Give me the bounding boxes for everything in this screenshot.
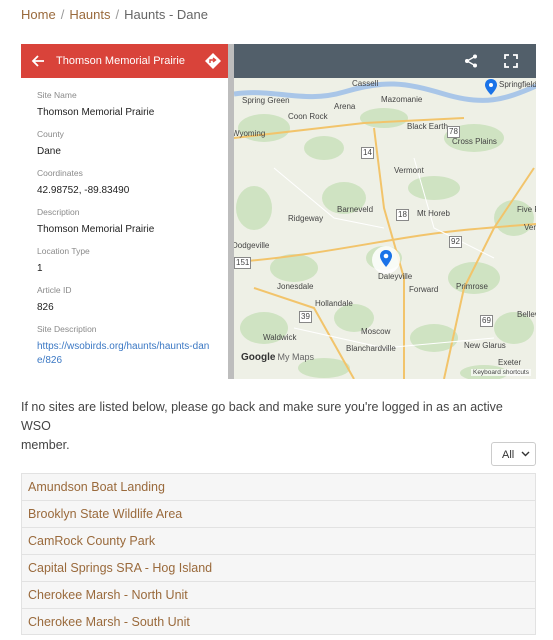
list-item[interactable]: Amundson Boat Landing	[21, 473, 536, 500]
map-label: Hollandale	[315, 299, 353, 308]
field-label: Description	[37, 207, 80, 217]
map-canvas[interactable]: Cassell Springfield Corners Spring Green…	[232, 78, 536, 379]
route-shield: 39	[299, 311, 312, 323]
field-label: County	[37, 129, 64, 139]
breadcrumb: Home / Haunts / Haunts - Dane	[21, 7, 208, 23]
filter-selected-value: All	[502, 449, 515, 461]
keyboard-shortcuts-link[interactable]: Keyboard shortcuts	[470, 369, 531, 376]
site-link[interactable]: CamRock County Park	[22, 528, 535, 554]
breadcrumb-home-link[interactable]: Home	[21, 7, 56, 22]
route-shield: 78	[447, 126, 460, 138]
selected-location-marker[interactable]	[371, 245, 401, 275]
map-label: Primrose	[456, 282, 489, 291]
chevron-down-icon	[521, 451, 530, 457]
location-marker[interactable]	[483, 78, 499, 96]
map-label: Forward	[409, 285, 439, 294]
field-value: 42.98752, -89.83490	[37, 185, 130, 196]
panel-scrollbar[interactable]	[228, 44, 234, 379]
google-attribution: Google My Maps	[241, 352, 314, 363]
breadcrumb-separator: /	[60, 7, 65, 22]
share-icon[interactable]	[463, 53, 479, 69]
map-label: Black Earth	[407, 122, 448, 131]
my-maps-label: My Maps	[277, 352, 314, 362]
field-label: Site Name	[37, 90, 77, 100]
map-label: Verona	[524, 223, 536, 232]
site-link[interactable]: Amundson Boat Landing	[22, 474, 535, 500]
back-arrow-icon[interactable]	[31, 54, 45, 68]
map-label: Cross Plains	[452, 137, 497, 146]
field-value: Thomson Memorial Prairie	[37, 224, 155, 235]
panel-header: Thomson Memorial Prairie	[21, 44, 229, 78]
list-item[interactable]: Cherokee Marsh - South Unit	[21, 608, 536, 635]
route-shield: 14	[361, 147, 374, 159]
field-description: Description Thomson Memorial Prairie	[37, 207, 217, 236]
directions-icon[interactable]	[204, 52, 222, 70]
route-shield: 151	[234, 257, 252, 269]
site-link[interactable]: Cherokee Marsh - South Unit	[22, 609, 535, 635]
map-label: Springfield Corners	[499, 80, 536, 89]
field-value: 826	[37, 302, 54, 313]
google-logo: Google	[241, 352, 276, 363]
login-notice: If no sites are listed below, please go …	[21, 398, 521, 455]
site-list: Amundson Boat Landing Brooklyn State Wil…	[21, 473, 536, 635]
map-label: Wyoming	[232, 129, 266, 138]
map-label: Waldwick	[263, 333, 297, 342]
breadcrumb-haunts-link[interactable]: Haunts	[69, 7, 110, 22]
field-location-type: Location Type 1	[37, 246, 217, 275]
field-value: Dane	[37, 146, 61, 157]
list-item[interactable]: Cherokee Marsh - North Unit	[21, 581, 536, 608]
field-article-id: Article ID 826	[37, 285, 217, 314]
list-item[interactable]: Capital Springs SRA - Hog Island	[21, 554, 536, 581]
map-label: Moscow	[361, 327, 391, 336]
field-county: County Dane	[37, 129, 217, 158]
field-site-name: Site Name Thomson Memorial Prairie	[37, 90, 217, 119]
panel-title: Thomson Memorial Prairie	[56, 55, 185, 67]
route-shield: 18	[396, 209, 409, 221]
breadcrumb-separator: /	[115, 7, 120, 22]
map-label: New Glarus	[464, 341, 506, 350]
field-label: Site Description	[37, 324, 97, 334]
fullscreen-icon[interactable]	[503, 53, 519, 69]
map-label: Ridgeway	[288, 214, 324, 223]
field-coordinates: Coordinates 42.98752, -89.83490	[37, 168, 217, 197]
site-link[interactable]: Brooklyn State Wildlife Area	[22, 501, 535, 527]
route-shield: 92	[449, 236, 462, 248]
site-link[interactable]: Capital Springs SRA - Hog Island	[22, 555, 535, 581]
map-label: Dodgeville	[232, 241, 270, 250]
site-link[interactable]: Cherokee Marsh - North Unit	[22, 582, 535, 608]
map-label: Barneveld	[337, 205, 374, 214]
map-label: Belleville	[517, 310, 536, 319]
field-label: Coordinates	[37, 168, 83, 178]
notice-line: member.	[21, 438, 70, 452]
field-value: Thomson Memorial Prairie	[37, 107, 155, 118]
map-label: Mazomanie	[381, 95, 423, 104]
notice-line: If no sites are listed below, please go …	[21, 400, 503, 433]
map-label: Exeter	[498, 358, 522, 367]
field-value: 1	[37, 263, 43, 274]
list-item[interactable]: CamRock County Park	[21, 527, 536, 554]
map-label: Mt Horeb	[417, 209, 450, 218]
list-item[interactable]: Brooklyn State Wildlife Area	[21, 500, 536, 527]
embedded-map[interactable]: Cassell Springfield Corners Spring Green…	[21, 44, 536, 379]
site-description-link[interactable]: https://wsobirds.org/haunts/haunts-dane/…	[37, 340, 217, 368]
map-label: Jonesdale	[277, 282, 314, 291]
field-site-description: Site Description https://wsobirds.org/ha…	[37, 324, 217, 368]
site-details-panel: Thomson Memorial Prairie Site Name Thoms…	[21, 44, 230, 379]
field-label: Article ID	[37, 285, 72, 295]
map-label: Cassell	[352, 79, 379, 88]
map-label: Vermont	[394, 166, 424, 175]
map-label: Spring Green	[242, 96, 290, 105]
breadcrumb-current: Haunts - Dane	[124, 7, 208, 22]
map-toolbar	[234, 44, 536, 78]
route-shield: 69	[480, 315, 493, 327]
site-filter-select[interactable]: All	[491, 442, 536, 466]
field-label: Location Type	[37, 246, 90, 256]
map-label: Blanchardville	[346, 344, 396, 353]
map-label: Arena	[334, 102, 356, 111]
map-label: Five Pi	[517, 205, 536, 214]
map-label: Coon Rock	[288, 112, 328, 121]
